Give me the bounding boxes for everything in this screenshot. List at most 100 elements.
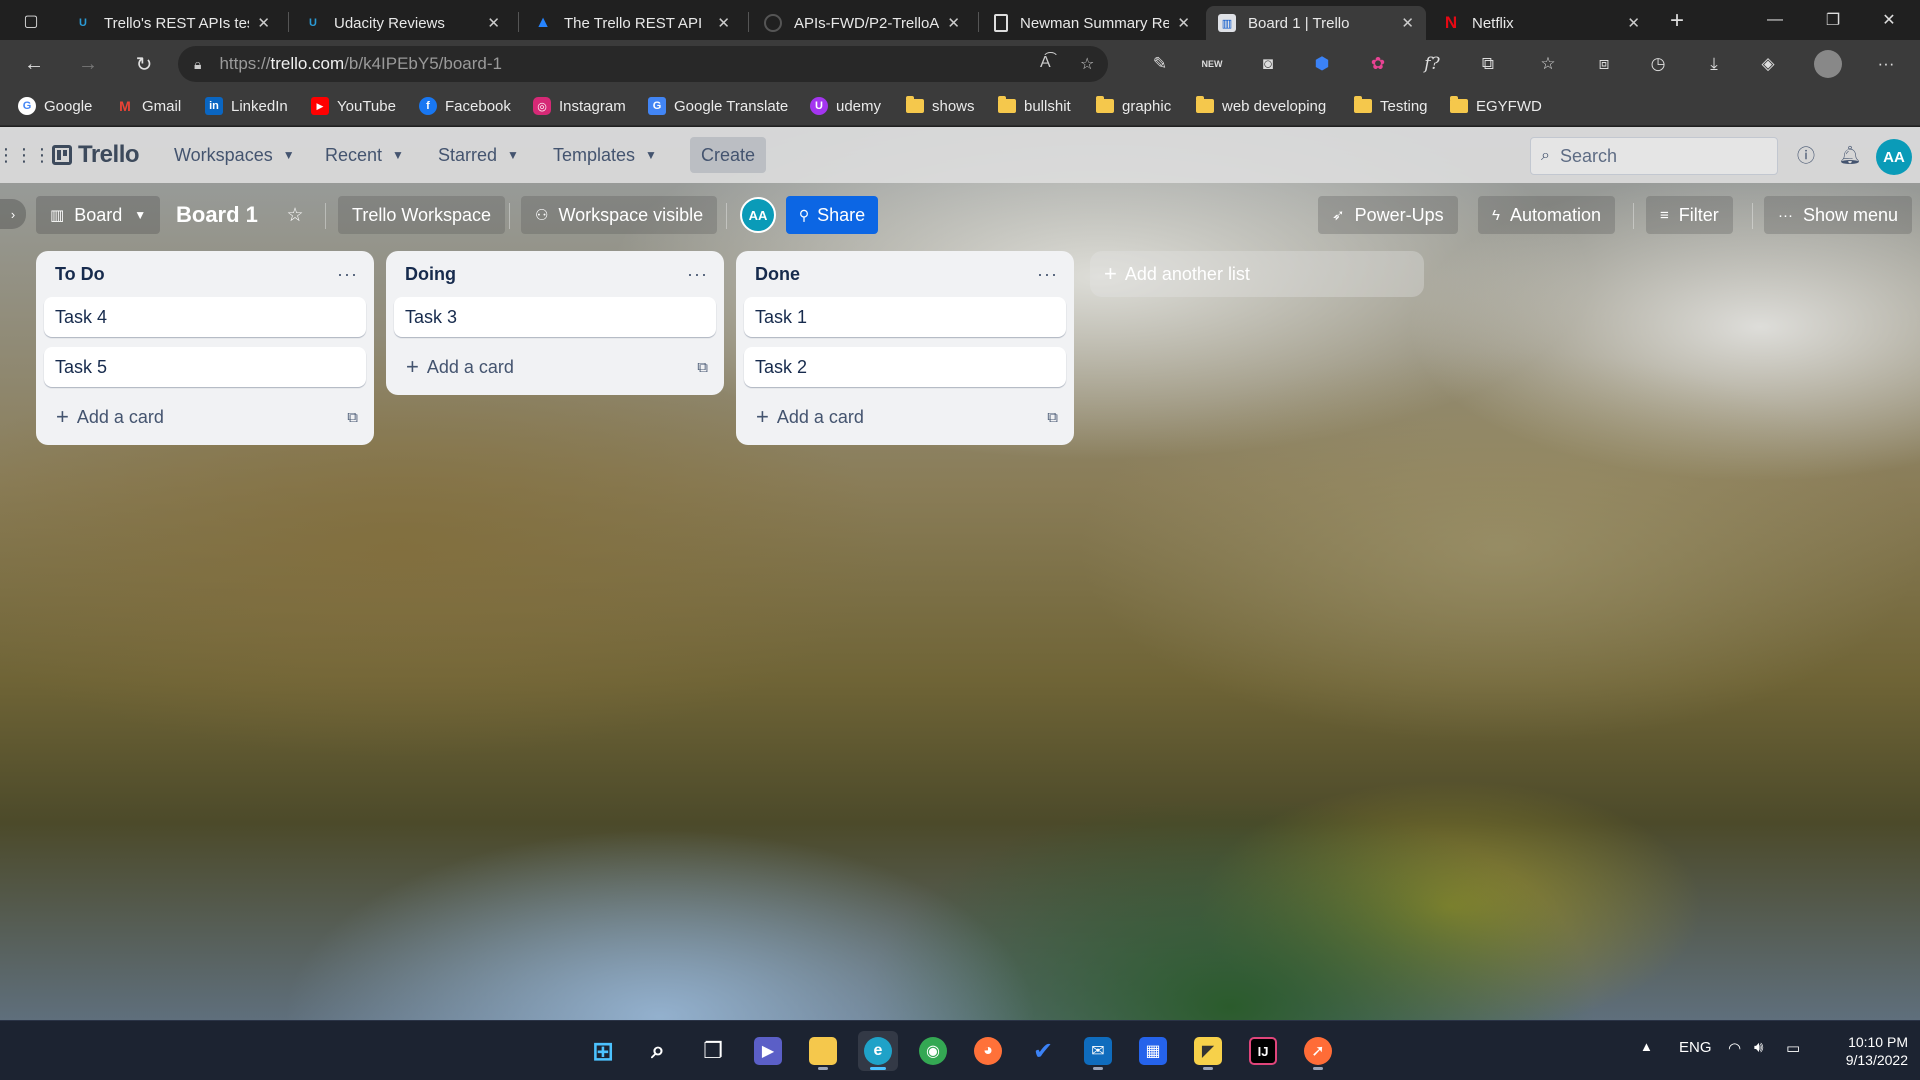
tab-udacity-reviews[interactable]: U Udacity Reviews ✕: [292, 6, 512, 40]
calendar-button[interactable]: ▦: [1133, 1031, 1173, 1071]
taskbar-search-button[interactable]: ⌕: [638, 1031, 678, 1071]
intellij-button[interactable]: IJ: [1243, 1031, 1283, 1071]
bookmark-google[interactable]: G Google: [18, 95, 92, 117]
bookmark-youtube[interactable]: ▶ YouTube: [311, 95, 396, 117]
new-tab-button[interactable]: +: [1662, 6, 1692, 36]
close-icon[interactable]: ✕: [717, 14, 730, 32]
close-icon[interactable]: ✕: [947, 14, 960, 32]
sticky-notes-button[interactable]: ◤: [1188, 1031, 1228, 1071]
tab-netflix[interactable]: N Netflix ✕: [1430, 6, 1652, 40]
start-button[interactable]: ⊞: [583, 1031, 623, 1071]
chrome-button[interactable]: ◉: [913, 1031, 953, 1071]
add-card-button[interactable]: + Add a card ⧉: [44, 397, 366, 437]
add-another-list-button[interactable]: + Add another list: [1090, 251, 1424, 297]
power-ups-button[interactable]: ➶ Power-Ups: [1318, 196, 1458, 234]
list-actions-icon[interactable]: ···: [337, 264, 358, 285]
card[interactable]: Task 1: [744, 297, 1066, 337]
bookmark-linkedin[interactable]: in LinkedIn: [205, 95, 288, 117]
bookmark-folder-testing[interactable]: Testing: [1354, 95, 1428, 117]
search-input[interactable]: ⌕ Search: [1530, 137, 1778, 175]
camera-extension-icon[interactable]: ◙: [1256, 52, 1280, 76]
color-picker-extension-icon[interactable]: ✿: [1366, 52, 1390, 76]
close-icon[interactable]: ✕: [257, 14, 270, 32]
board-view-switcher[interactable]: ▥ Board ▼: [36, 196, 161, 234]
close-icon[interactable]: ✕: [1177, 14, 1190, 32]
bookmark-google-translate[interactable]: G Google Translate: [648, 95, 788, 117]
profile-avatar[interactable]: [1814, 50, 1842, 78]
tab-trello-rest-api[interactable]: ▲ The Trello REST API ✕: [522, 6, 742, 40]
formula-extension-icon[interactable]: f?: [1420, 52, 1444, 76]
edge-button[interactable]: e: [858, 1031, 898, 1071]
visibility-button[interactable]: ⚇ Workspace visible: [521, 196, 718, 234]
bookmark-folder-bullshit[interactable]: bullshit: [998, 95, 1071, 117]
trello-logo[interactable]: Trello: [52, 141, 140, 169]
tab-board-1-trello[interactable]: ▥ Board 1 | Trello ✕: [1206, 6, 1426, 40]
app-switcher-icon[interactable]: ⋮⋮⋮: [0, 145, 51, 165]
reload-icon[interactable]: ↻: [128, 48, 160, 80]
bookmark-facebook[interactable]: f Facebook: [419, 95, 511, 117]
starred-menu[interactable]: Starred ▼: [438, 143, 519, 167]
close-window-icon[interactable]: ✕: [1866, 4, 1912, 36]
address-bar[interactable]: 🔒︎ https://trello.com/b/k4IPEbY5/board-1…: [178, 46, 1108, 82]
tab-actions-icon[interactable]: ▢: [10, 8, 52, 34]
volume-icon[interactable]: 🔊︎: [1754, 1039, 1763, 1056]
shield-extension-icon[interactable]: ⬢: [1310, 52, 1334, 76]
download-icon[interactable]: ⤓: [1702, 52, 1726, 76]
back-icon[interactable]: ←: [18, 48, 50, 80]
add-card-button[interactable]: + Add a card ⧉: [744, 397, 1066, 437]
extensions-icon[interactable]: ⧉: [1476, 52, 1500, 76]
notifications-bell-icon[interactable]: 🔔︎: [1838, 143, 1862, 167]
tab-github-p2-trelloapi[interactable]: APIs-FWD/P2-TrelloAPI ✕: [752, 6, 972, 40]
history-icon[interactable]: ◷: [1646, 52, 1670, 76]
tab-trello-rest-apis-test[interactable]: U Trello's REST APIs test ✕: [62, 6, 282, 40]
card[interactable]: Task 4: [44, 297, 366, 337]
close-icon[interactable]: ✕: [1627, 14, 1640, 32]
bookmark-folder-graphic[interactable]: graphic: [1096, 95, 1171, 117]
system-clock[interactable]: 10:10 PM 9/13/2022: [1826, 1033, 1908, 1069]
add-favorite-icon[interactable]: ☆: [1080, 54, 1094, 74]
task-view-button[interactable]: ❐: [693, 1031, 733, 1071]
add-card-button[interactable]: + Add a card ⧉: [394, 347, 716, 387]
bookmark-folder-egyfwd[interactable]: EGYFWD: [1450, 95, 1542, 117]
file-explorer-button[interactable]: [803, 1031, 843, 1071]
filter-button[interactable]: ≡ Filter: [1646, 196, 1733, 234]
automation-button[interactable]: ϟ Automation: [1478, 196, 1616, 234]
language-indicator[interactable]: ENG: [1679, 1039, 1712, 1056]
restore-icon[interactable]: ❐: [1810, 4, 1856, 36]
card[interactable]: Task 2: [744, 347, 1066, 387]
bookmark-folder-web-developing[interactable]: web developing: [1196, 95, 1326, 117]
teams-chat-button[interactable]: ▶: [748, 1031, 788, 1071]
member-avatar[interactable]: AA: [740, 197, 776, 233]
info-icon[interactable]: ⓘ: [1794, 143, 1818, 167]
share-button[interactable]: ⚲ Share: [786, 196, 878, 234]
firefox-button[interactable]: ◕: [968, 1031, 1008, 1071]
bookmark-gmail[interactable]: M Gmail: [116, 95, 181, 117]
performance-icon[interactable]: ◈: [1756, 52, 1780, 76]
battery-icon[interactable]: ▭: [1786, 1039, 1800, 1057]
user-avatar[interactable]: AA: [1876, 139, 1912, 175]
close-icon[interactable]: ✕: [1401, 14, 1414, 32]
bookmark-instagram[interactable]: ◎ Instagram: [533, 95, 626, 117]
lock-icon[interactable]: 🔒︎: [194, 56, 201, 73]
board-title[interactable]: Board 1: [176, 196, 258, 234]
show-menu-button[interactable]: ··· Show menu: [1764, 196, 1913, 234]
show-hidden-icons-icon[interactable]: ▲: [1640, 1039, 1653, 1054]
card[interactable]: Task 3: [394, 297, 716, 337]
settings-more-icon[interactable]: ···: [1874, 52, 1898, 76]
close-icon[interactable]: ✕: [487, 14, 500, 32]
tab-newman-summary-report[interactable]: Newman Summary Report ✕: [982, 6, 1202, 40]
minimize-icon[interactable]: —: [1752, 4, 1798, 36]
list-actions-icon[interactable]: ···: [687, 264, 708, 285]
create-button[interactable]: Create: [690, 137, 766, 173]
sidebar-expand-icon[interactable]: ›: [0, 199, 26, 229]
templates-menu[interactable]: Templates ▼: [553, 143, 657, 167]
bookmark-folder-shows[interactable]: shows: [906, 95, 975, 117]
card-template-icon[interactable]: ⧉: [347, 409, 358, 426]
card[interactable]: Task 5: [44, 347, 366, 387]
todo-button[interactable]: ✔: [1023, 1031, 1063, 1071]
forward-icon[interactable]: →: [72, 48, 104, 80]
card-template-icon[interactable]: ⧉: [697, 359, 708, 376]
pen-extension-icon[interactable]: ✎: [1148, 52, 1172, 76]
new-extension-icon[interactable]: NEW: [1200, 52, 1224, 76]
recent-menu[interactable]: Recent ▼: [325, 143, 404, 167]
